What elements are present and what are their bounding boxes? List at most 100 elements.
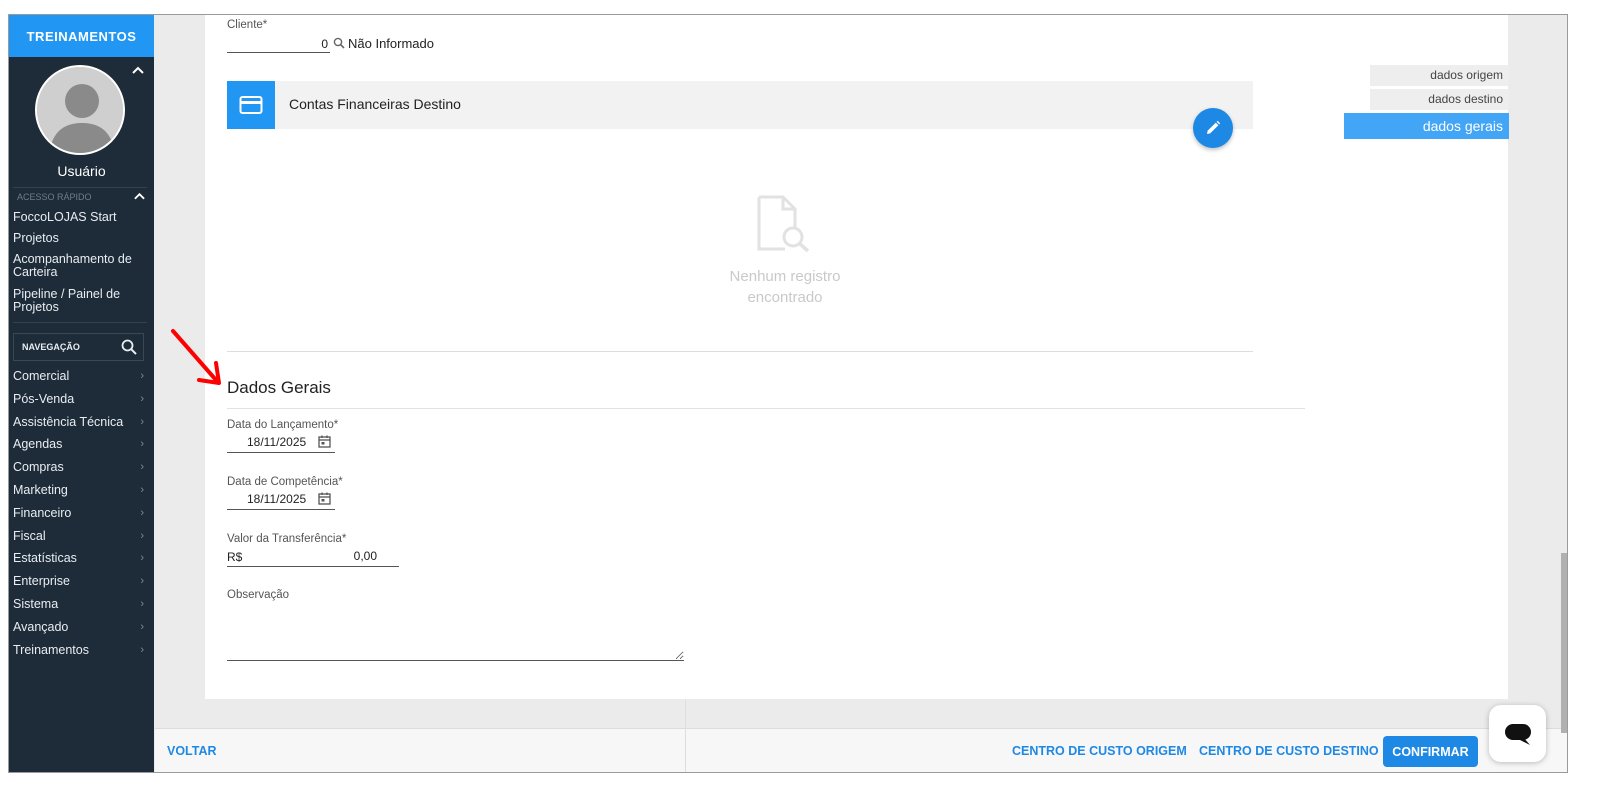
quick-item-pipeline[interactable]: Pipeline / Painel de Projetos — [9, 286, 154, 318]
cliente-code-field[interactable]: 0 — [227, 35, 330, 53]
nav-item-marketing[interactable]: Marketing › — [9, 479, 154, 502]
chevron-right-icon: › — [140, 483, 144, 496]
app-window: TREINAMENTOS Usuário ACESSO RÁPIDO Focco… — [8, 14, 1568, 773]
chevron-right-icon: › — [140, 643, 144, 656]
chevron-right-icon: › — [140, 597, 144, 610]
cliente-name: Não Informado — [348, 36, 434, 51]
contas-financeiras-panel: Contas Financeiras Destino — [227, 81, 1253, 129]
data-competencia-label: Data de Competência* — [227, 476, 343, 488]
valor-value: 0,00 — [353, 549, 377, 563]
data-competencia-value: 18/11/2025 — [247, 492, 307, 506]
valor-label: Valor da Transferência* — [227, 533, 347, 545]
nav-item-compras[interactable]: Compras › — [9, 456, 154, 479]
nav-search-label: NAVEGAÇÃO — [22, 342, 80, 352]
chevron-right-icon: › — [140, 415, 144, 428]
quick-item-acompanhamento[interactable]: Acompanhamento de Carteira — [9, 251, 154, 286]
nav-item-treinamentos[interactable]: Treinamentos › — [9, 639, 154, 662]
nav-item-pos-venda[interactable]: Pós-Venda › — [9, 388, 154, 411]
empty-state-text: Nenhum registro encontrado — [729, 268, 841, 306]
chevron-right-icon: › — [140, 620, 144, 633]
nav-item-label: Compras — [13, 460, 64, 475]
nav-item-label: Estatísticas — [13, 551, 77, 566]
scrollbar[interactable] — [1561, 553, 1567, 733]
empty-state: Nenhum registro encontrado — [705, 195, 865, 308]
user-silhouette-icon — [37, 67, 123, 153]
nav-item-label: Financeiro — [13, 505, 72, 520]
section-title: Dados Gerais — [227, 378, 331, 397]
nav-item-avancado[interactable]: Avançado › — [9, 616, 154, 639]
calendar-icon[interactable] — [318, 492, 331, 505]
quick-access-header[interactable]: ACESSO RÁPIDO — [13, 187, 147, 206]
nav-item-label: Sistema — [13, 596, 59, 611]
credit-card-icon — [227, 81, 275, 129]
nav-item-label: Avançado — [13, 619, 69, 634]
nav-item-fiscal[interactable]: Fiscal › — [9, 525, 154, 548]
nav-item-label: Treinamentos — [13, 642, 89, 657]
sidebar: TREINAMENTOS Usuário ACESSO RÁPIDO Focco… — [9, 15, 154, 772]
tab-dados-destino[interactable]: dados destino — [1370, 89, 1509, 110]
divider — [685, 699, 686, 772]
chevron-right-icon: › — [140, 552, 144, 565]
nav-item-financeiro[interactable]: Financeiro › — [9, 502, 154, 525]
chevron-right-icon: › — [140, 506, 144, 519]
nav-item-agendas[interactable]: Agendas › — [9, 433, 154, 456]
voltar-button[interactable]: VOLTAR — [167, 744, 217, 758]
footer-bar: VOLTAR CENTRO DE CUSTO ORIGEM CENTRO DE … — [155, 699, 1567, 772]
nav-item-enterprise[interactable]: Enterprise › — [9, 570, 154, 593]
document-search-icon — [757, 195, 810, 253]
quick-access-label: ACESSO RÁPIDO — [17, 192, 92, 202]
collapse-quick-access-icon[interactable] — [134, 189, 145, 203]
calendar-icon[interactable] — [318, 435, 331, 448]
chevron-right-icon: › — [140, 370, 144, 382]
data-competencia-field[interactable]: 18/11/2025 — [227, 490, 335, 510]
divider — [227, 408, 1305, 409]
data-lancamento-value: 18/11/2025 — [247, 435, 307, 449]
confirmar-button[interactable]: CONFIRMAR — [1383, 736, 1478, 767]
search-icon[interactable] — [121, 339, 137, 355]
chat-button[interactable] — [1489, 705, 1546, 762]
chevron-right-icon: › — [140, 575, 144, 588]
user-profile: Usuário — [9, 57, 154, 187]
valor-field[interactable]: R$ 0,00 — [227, 547, 399, 567]
nav-item-label: Agendas — [13, 437, 63, 452]
nav-item-estatisticas[interactable]: Estatísticas › — [9, 547, 154, 570]
nav-search[interactable]: NAVEGAÇÃO — [13, 333, 144, 361]
nav-item-label: Assistência Técnica — [13, 414, 124, 429]
chevron-right-icon: › — [140, 529, 144, 542]
tab-dados-gerais[interactable]: dados gerais — [1344, 113, 1509, 139]
brand-header[interactable]: TREINAMENTOS — [9, 15, 154, 57]
form-content: Cliente* 0 Não Informado Contas Financei… — [205, 15, 1508, 699]
tab-dados-origem[interactable]: dados origem — [1370, 65, 1509, 86]
nav-item-comercial[interactable]: Comercial › — [9, 365, 154, 388]
divider — [227, 351, 1253, 352]
valor-currency: R$ — [227, 550, 243, 564]
observacao-label: Observação — [227, 589, 290, 601]
centro-custo-origem-button[interactable]: CENTRO DE CUSTO ORIGEM — [1012, 744, 1187, 758]
search-icon[interactable] — [333, 37, 345, 49]
nav-item-label: Marketing — [13, 482, 68, 497]
centro-custo-destino-button[interactable]: CENTRO DE CUSTO DESTINO — [1199, 744, 1379, 758]
data-lancamento-label: Data do Lançamento* — [227, 419, 339, 431]
avatar[interactable] — [35, 65, 125, 155]
quick-item-foccolojas-start[interactable]: FoccoLOJAS Start — [9, 209, 154, 230]
nav-item-label: Enterprise — [13, 574, 70, 589]
nav-item-assistencia-tecnica[interactable]: Assistência Técnica › — [9, 411, 154, 434]
edit-button[interactable] — [1193, 108, 1233, 148]
annotation-arrow-icon — [171, 329, 221, 385]
observacao-textarea[interactable] — [227, 619, 684, 661]
data-lancamento-field[interactable]: 18/11/2025 — [227, 433, 335, 453]
cliente-label: Cliente* — [227, 19, 268, 31]
pencil-icon — [1207, 120, 1221, 134]
nav-item-label: Fiscal — [13, 528, 46, 543]
nav-item-sistema[interactable]: Sistema › — [9, 593, 154, 616]
chat-bubble-icon — [1504, 723, 1531, 745]
user-name: Usuário — [57, 163, 106, 179]
chevron-right-icon: › — [140, 461, 144, 474]
collapse-profile-icon[interactable] — [132, 63, 144, 77]
chevron-right-icon: › — [140, 438, 144, 451]
chevron-right-icon: › — [140, 392, 144, 405]
nav-item-label: Comercial — [13, 369, 70, 383]
contas-financeiras-title: Contas Financeiras Destino — [289, 96, 461, 112]
quick-item-projetos[interactable]: Projetos — [9, 230, 154, 251]
nav-item-label: Pós-Venda — [13, 391, 75, 406]
